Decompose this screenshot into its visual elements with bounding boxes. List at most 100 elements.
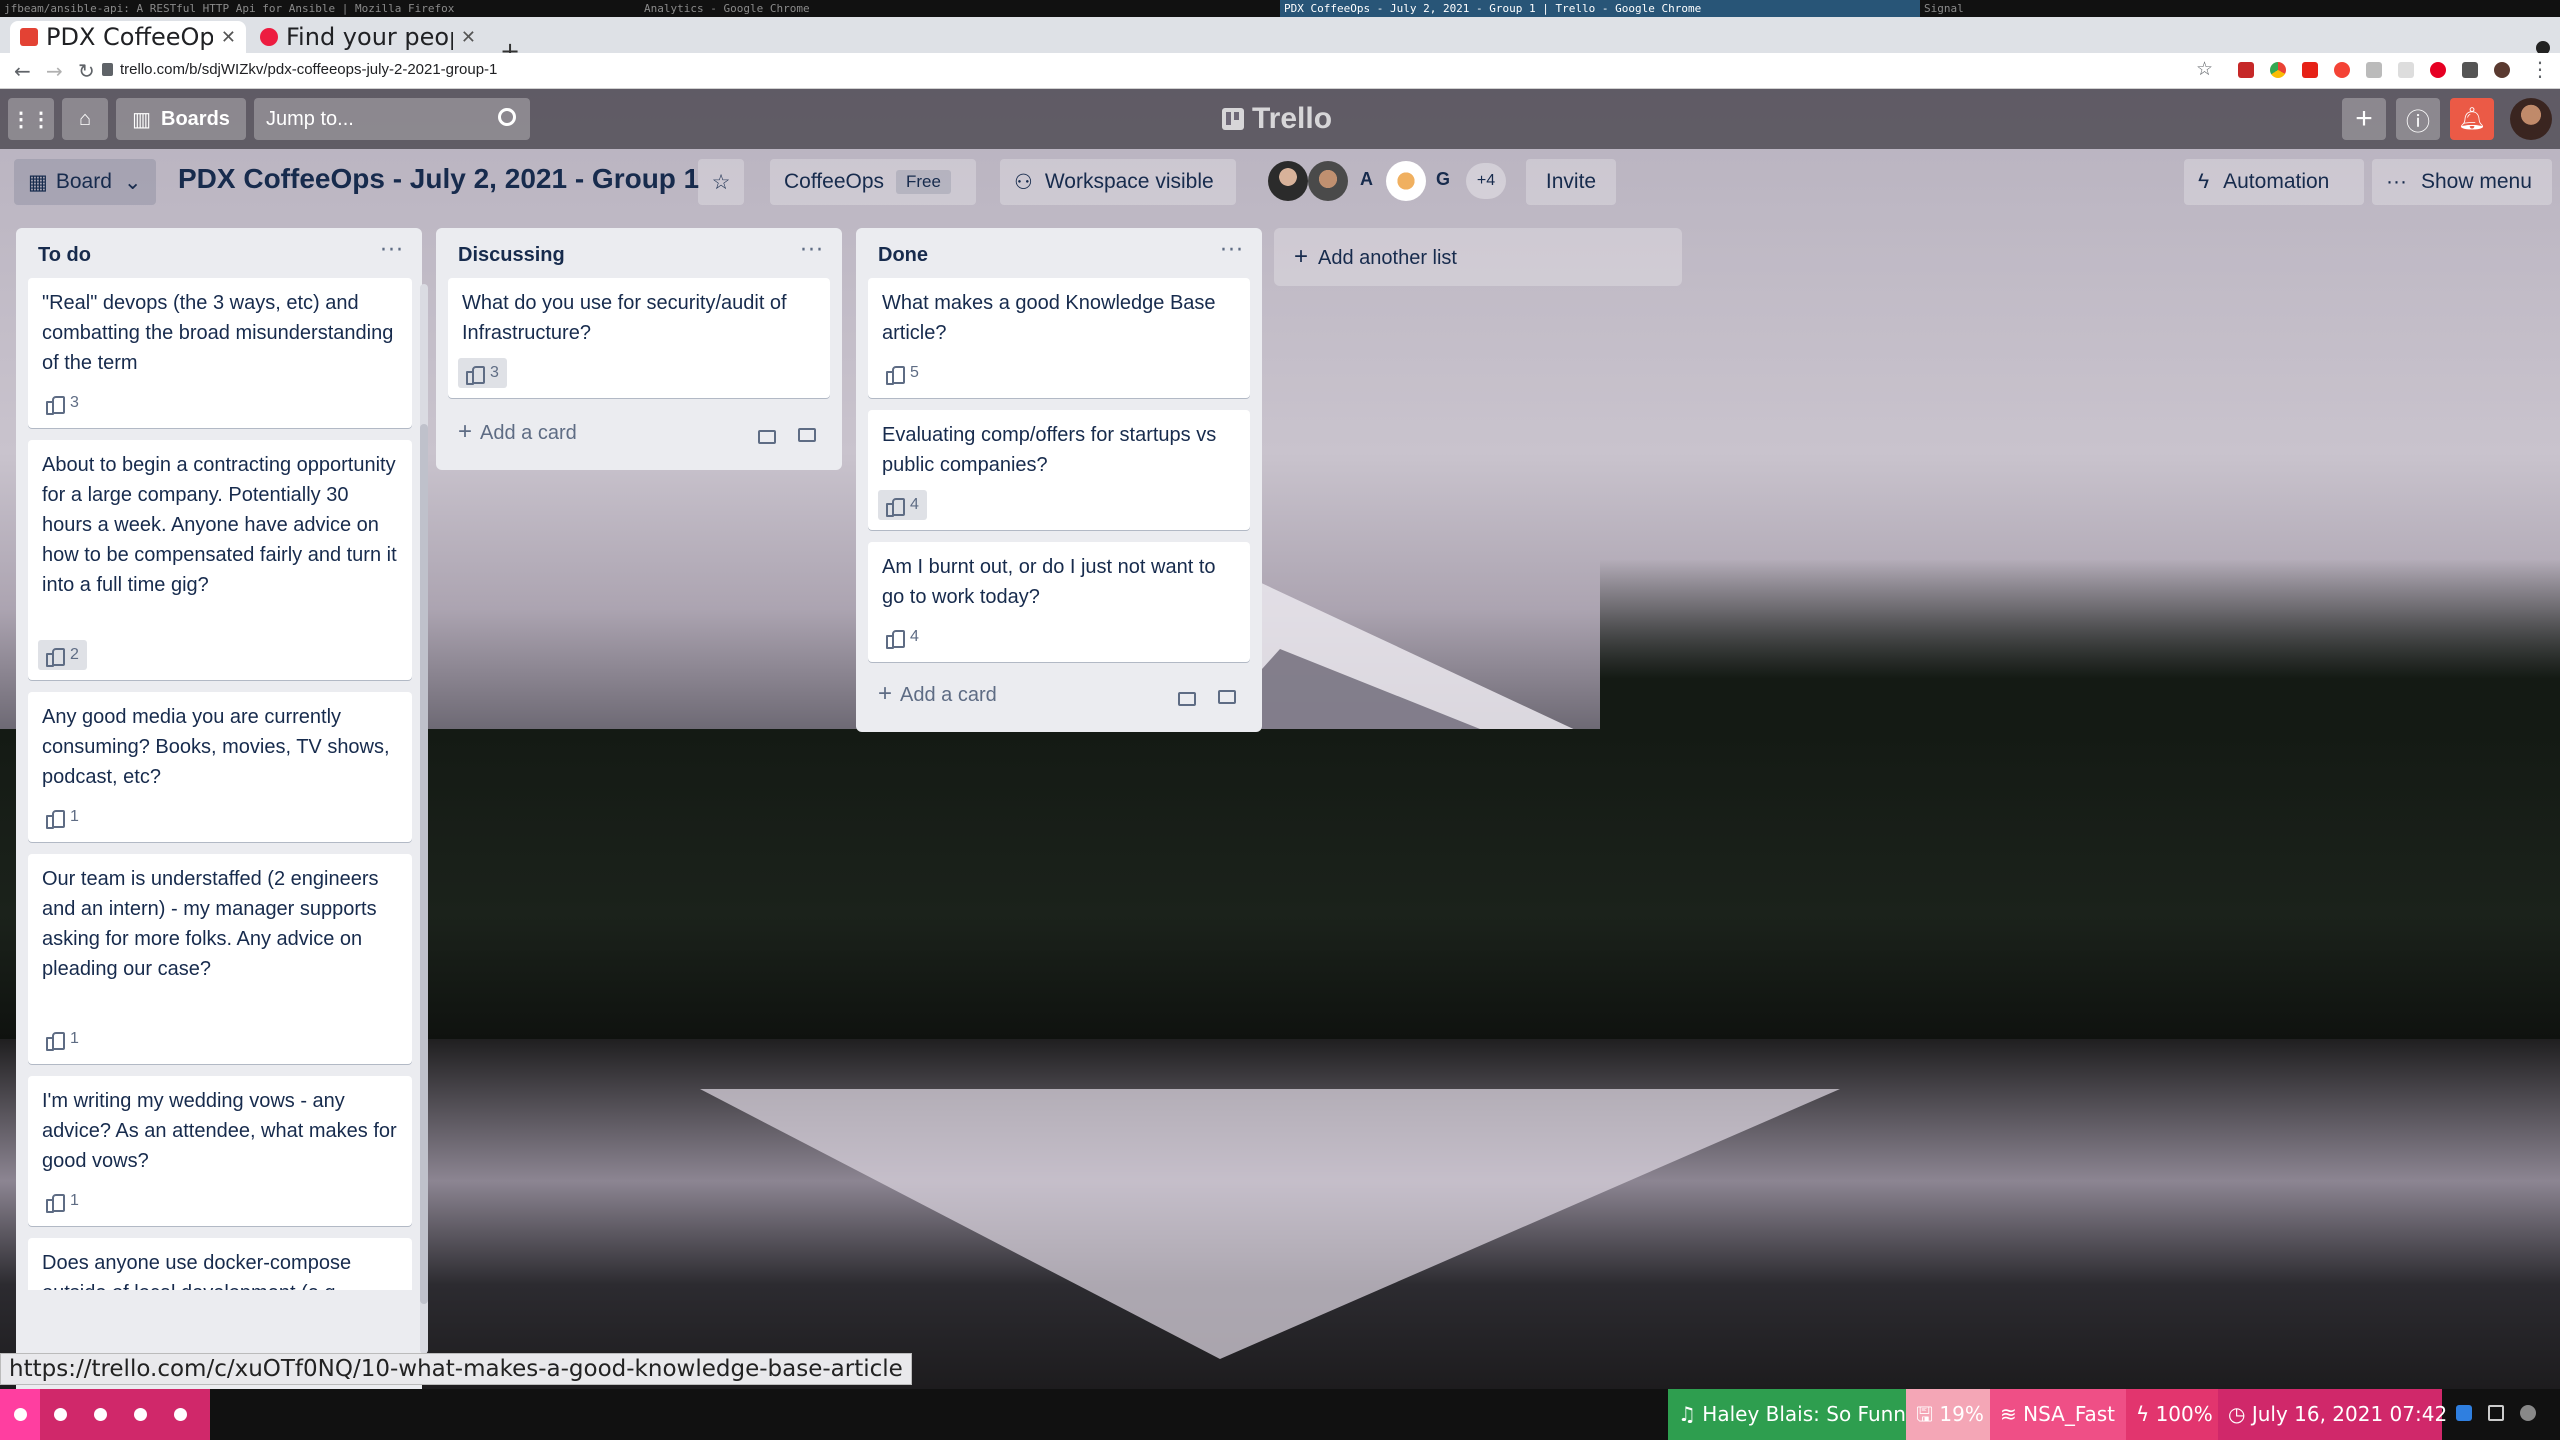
star-board-button[interactable]: ☆ <box>698 159 744 205</box>
clock-value: July 16, 2021 07:42 <box>2251 1402 2448 1426</box>
card[interactable]: "Real" devops (the 3 ways, etc) and comb… <box>28 278 412 428</box>
votes-count: 5 <box>910 364 919 381</box>
bell-icon: 🔔︎ <box>2458 106 2486 131</box>
workspace-button[interactable]: CoffeeOps Free <box>770 159 976 205</box>
clock-status: ◷ July 16, 2021 07:42 <box>2218 1389 2447 1440</box>
card[interactable]: Any good media you are currently consumi… <box>28 692 412 842</box>
list-title[interactable]: To do <box>38 244 91 267</box>
account-avatar[interactable] <box>2510 98 2552 140</box>
more-members-badge[interactable]: +4 <box>1466 163 1506 199</box>
lightning-icon: ϟ <box>2198 170 2210 193</box>
list-scrollbar-thumb[interactable] <box>420 424 428 1304</box>
list-title[interactable]: Discussing <box>458 244 565 267</box>
tab-meetup[interactable]: Find your people ✕ <box>250 21 486 53</box>
close-icon[interactable]: ✕ <box>221 27 236 48</box>
card[interactable]: Our team is understaffed (2 engineers an… <box>28 854 412 1064</box>
board-view-switcher[interactable]: ▦ Board ⌄ <box>14 159 156 205</box>
forward-arrow-icon[interactable]: → <box>46 59 63 83</box>
star-icon: ☆ <box>711 170 731 194</box>
votes-badge[interactable]: 3 <box>458 358 507 388</box>
jump-placeholder: Jump to... <box>266 108 354 130</box>
extension-icon[interactable] <box>2398 62 2414 78</box>
list-title[interactable]: Done <box>878 244 928 267</box>
chevron-down-icon: ⌄ <box>123 170 142 194</box>
list-menu-icon[interactable]: ··· <box>380 238 404 263</box>
card[interactable]: About to begin a contracting opportunity… <box>28 440 412 680</box>
trello-logo[interactable]: Trello <box>1222 102 1332 136</box>
video-icon[interactable] <box>758 430 776 444</box>
extension-icon[interactable] <box>2238 62 2254 78</box>
reload-icon[interactable]: ↻ <box>78 59 95 83</box>
member-avatar[interactable] <box>1386 161 1426 201</box>
os-window-title-firefox[interactable]: jfbeam/ansible-api: A RESTful HTTP Api f… <box>0 0 640 17</box>
member-initial[interactable]: G <box>1436 169 1450 190</box>
member-avatar[interactable] <box>1308 161 1348 201</box>
workspace-indicator[interactable] <box>0 1389 40 1440</box>
add-list-button[interactable]: + Add another list <box>1274 228 1682 286</box>
os-window-title-analytics[interactable]: Analytics - Google Chrome <box>640 0 1280 17</box>
trello-logo-icon <box>1222 108 1244 130</box>
card[interactable]: What makes a good Knowledge Base article… <box>868 278 1250 398</box>
url-input[interactable]: trello.com/b/sdjWIZkv/pdx-coffeeops-july… <box>120 61 497 78</box>
profile-avatar[interactable] <box>2494 62 2510 78</box>
card[interactable]: Does anyone use docker-compose outside o… <box>28 1238 412 1290</box>
add-card-button[interactable]: + Add a card <box>458 418 577 446</box>
board-title[interactable]: PDX CoffeeOps - July 2, 2021 - Group 1 <box>178 163 699 195</box>
member-initial[interactable]: A <box>1360 169 1373 190</box>
workspace-indicator[interactable] <box>120 1389 160 1440</box>
list-menu-icon[interactable]: ··· <box>1220 238 1244 263</box>
bookmark-star-icon[interactable]: ☆ <box>2196 58 2213 80</box>
card[interactable]: What do you use for security/audit of In… <box>448 278 830 398</box>
info-button[interactable]: ⓘ <box>2396 98 2440 140</box>
list-done: Done ··· What makes a good Knowledge Bas… <box>856 228 1262 732</box>
notifications-button[interactable]: 🔔︎ <box>2450 98 2494 140</box>
thumbs-up-icon <box>46 809 65 829</box>
home-button[interactable]: ⌂ <box>62 98 108 140</box>
video-icon[interactable] <box>1178 692 1196 706</box>
app-switcher-button[interactable]: ⋮⋮ <box>8 98 54 140</box>
extension-icon[interactable] <box>2366 62 2382 78</box>
puzzle-icon[interactable] <box>2462 62 2478 78</box>
card[interactable]: Am I burnt out, or do I just not want to… <box>868 542 1250 662</box>
create-button[interactable]: + <box>2342 98 2386 140</box>
automation-button[interactable]: ϟ Automation <box>2184 159 2364 205</box>
list-menu-icon[interactable]: ··· <box>800 238 824 263</box>
votes-count: 3 <box>490 364 499 381</box>
tray-app-icon[interactable] <box>2456 1405 2472 1421</box>
extension-icon[interactable] <box>2270 62 2286 78</box>
jump-to-search-input[interactable]: Jump to... <box>254 98 530 140</box>
workspace-indicator[interactable] <box>80 1389 120 1440</box>
card[interactable]: I'm writing my wedding vows - any advice… <box>28 1076 412 1226</box>
votes-badge[interactable]: 2 <box>38 640 87 670</box>
card-clip: Does anyone use docker-compose outside o… <box>28 1238 412 1290</box>
kebab-menu-icon[interactable]: ⋮ <box>2530 57 2550 81</box>
battery-status: ϟ 100% <box>2126 1389 2218 1440</box>
invite-button[interactable]: Invite <box>1526 159 1616 205</box>
close-icon[interactable]: ✕ <box>461 27 476 48</box>
os-window-title-trello[interactable]: PDX CoffeeOps - July 2, 2021 - Group 1 |… <box>1280 0 1920 17</box>
show-menu-button[interactable]: ··· Show menu <box>2372 159 2552 205</box>
add-card-button[interactable]: + Add a card <box>878 680 997 708</box>
boards-button[interactable]: ▥ Boards <box>116 98 246 140</box>
member-avatar[interactable] <box>1268 161 1308 201</box>
workspace-indicator[interactable] <box>160 1389 210 1440</box>
back-arrow-icon[interactable]: ← <box>14 59 31 83</box>
card[interactable]: Evaluating comp/offers for startups vs p… <box>868 410 1250 530</box>
home-icon: ⌂ <box>78 107 92 130</box>
visibility-button[interactable]: ⚇ Workspace visible <box>1000 159 1236 205</box>
pinterest-icon[interactable] <box>2430 62 2446 78</box>
board-icon: ▥ <box>132 108 151 131</box>
automation-label: Automation <box>2223 170 2330 193</box>
template-icon[interactable] <box>798 428 816 442</box>
os-window-title-signal[interactable]: Signal <box>1920 0 2560 17</box>
extension-icon[interactable] <box>2302 62 2318 78</box>
tray-app-icon[interactable] <box>2520 1405 2536 1421</box>
card-title: Any good media you are currently consumi… <box>42 706 390 788</box>
link-preview-status: https://trello.com/c/xuOTf0NQ/10-what-ma… <box>0 1353 912 1385</box>
extension-icon[interactable] <box>2334 62 2350 78</box>
tab-trello[interactable]: PDX CoffeeOps - July 2, 2021 - Group 1 |… <box>10 21 246 53</box>
tray-app-icon[interactable] <box>2488 1405 2504 1421</box>
template-icon[interactable] <box>1218 690 1236 704</box>
workspace-indicator[interactable] <box>40 1389 80 1440</box>
votes-badge[interactable]: 4 <box>878 490 927 520</box>
